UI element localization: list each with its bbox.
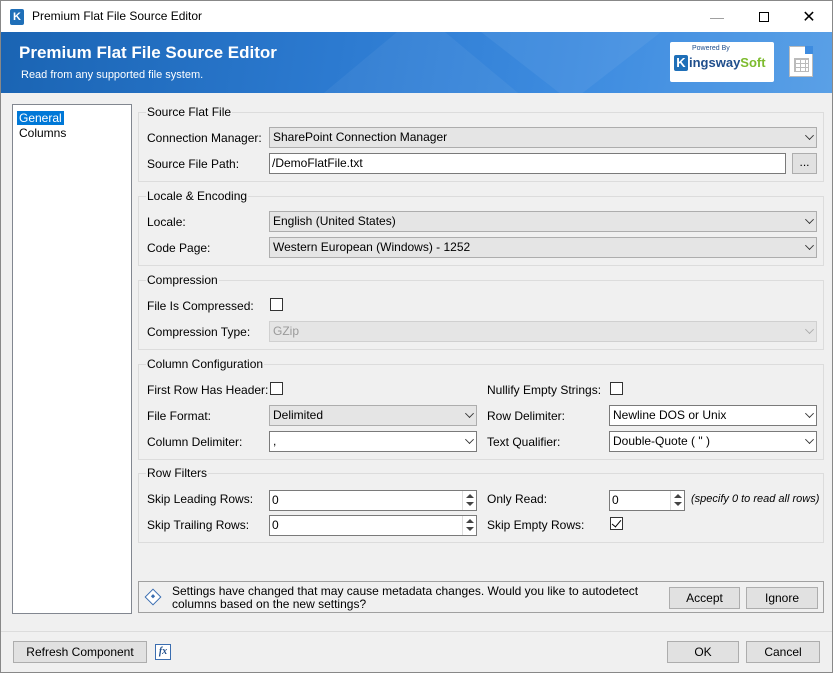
locale-encoding-group: Locale & Encoding Locale: English (Unite…	[138, 189, 824, 266]
chevron-down-icon	[805, 435, 814, 444]
column-delimiter-select[interactable]: ,	[269, 431, 477, 452]
skip-leading-rows-label: Skip Leading Rows:	[147, 492, 254, 506]
nav-item-columns[interactable]: Columns	[17, 126, 68, 140]
compression-type-label: Compression Type:	[147, 325, 251, 339]
spin-down-icon	[674, 502, 682, 506]
chevron-down-icon	[805, 409, 814, 418]
logo-powered-by: Powered By	[692, 45, 730, 52]
metadata-change-notice: Settings have changed that may cause met…	[138, 581, 824, 613]
kingswaysoft-logo: Powered By KingswaySoft	[670, 42, 774, 82]
first-row-header-checkbox[interactable]	[270, 382, 283, 395]
group-title: Source Flat File	[146, 105, 233, 119]
chevron-down-icon	[805, 131, 814, 140]
skip-leading-rows-stepper[interactable]: 0	[269, 490, 477, 511]
spin-down-icon	[466, 527, 474, 531]
notice-text: Settings have changed that may cause met…	[172, 584, 639, 611]
chevron-down-icon	[805, 215, 814, 224]
chevron-down-icon	[805, 325, 814, 334]
nullify-empty-strings-label: Nullify Empty Strings:	[487, 383, 602, 397]
column-configuration-group: Column Configuration First Row Has Heade…	[138, 357, 824, 460]
first-row-header-label: First Row Has Header:	[147, 383, 269, 397]
refresh-component-button[interactable]: Refresh Component	[13, 641, 147, 663]
text-qualifier-label: Text Qualifier:	[487, 435, 561, 449]
spin-down-icon	[466, 502, 474, 506]
group-title: Row Filters	[146, 466, 209, 480]
flat-file-icon	[789, 46, 813, 77]
source-file-path-label: Source File Path:	[147, 157, 240, 171]
spin-up-icon	[466, 494, 474, 498]
window-title: Premium Flat File Source Editor	[32, 9, 203, 23]
footer-divider	[1, 631, 832, 632]
compression-type-select[interactable]: GZip	[269, 321, 817, 342]
header-banner: Premium Flat File Source Editor Read fro…	[1, 32, 832, 93]
nav-item-general[interactable]: General	[17, 111, 64, 125]
checkmark-icon	[611, 517, 622, 528]
connection-manager-label: Connection Manager:	[147, 131, 262, 145]
source-flat-file-group: Source Flat File Connection Manager: Sha…	[138, 105, 824, 182]
text-qualifier-select[interactable]: Double-Quote ( " )	[609, 431, 817, 452]
skip-trailing-rows-label: Skip Trailing Rows:	[147, 518, 250, 532]
only-read-label: Only Read:	[487, 492, 548, 506]
group-title: Column Configuration	[146, 357, 265, 371]
row-delimiter-select[interactable]: Newline DOS or Unix	[609, 405, 817, 426]
maximize-button[interactable]	[741, 1, 787, 32]
app-icon: K	[10, 9, 24, 25]
info-diamond-icon	[144, 588, 162, 606]
close-button[interactable]: ✕	[786, 1, 832, 32]
only-read-stepper[interactable]: 0	[609, 490, 685, 511]
editor-window: K Premium Flat File Source Editor — ✕ Pr…	[0, 0, 833, 673]
nullify-empty-strings-checkbox[interactable]	[610, 382, 623, 395]
chevron-down-icon	[805, 241, 814, 250]
chevron-down-icon	[465, 409, 474, 418]
only-read-hint: (specify 0 to read all rows)	[691, 493, 820, 505]
header-subtitle: Read from any supported file system.	[21, 69, 204, 81]
browse-button[interactable]: ...	[792, 153, 817, 174]
accept-button[interactable]: Accept	[669, 587, 740, 609]
file-format-select[interactable]: Delimited	[269, 405, 477, 426]
connection-manager-select[interactable]: SharePoint Connection Manager	[269, 127, 817, 148]
row-delimiter-label: Row Delimiter:	[487, 409, 566, 423]
skip-trailing-rows-stepper[interactable]: 0	[269, 515, 477, 536]
file-format-label: File Format:	[147, 409, 212, 423]
locale-label: Locale:	[147, 215, 186, 229]
code-page-select[interactable]: Western European (Windows) - 1252	[269, 237, 817, 258]
fx-expression-icon[interactable]: fx	[155, 644, 171, 660]
skip-empty-rows-label: Skip Empty Rows:	[487, 518, 585, 532]
skip-empty-rows-checkbox[interactable]	[610, 517, 623, 530]
file-is-compressed-checkbox[interactable]	[270, 298, 283, 311]
chevron-down-icon	[465, 435, 474, 444]
group-title: Compression	[146, 273, 219, 287]
header-title: Premium Flat File Source Editor	[19, 43, 277, 62]
page-nav-list: General Columns	[12, 104, 132, 614]
source-file-path-input[interactable]: /DemoFlatFile.txt	[269, 153, 786, 174]
locale-select[interactable]: English (United States)	[269, 211, 817, 232]
group-title: Locale & Encoding	[146, 189, 249, 203]
ignore-button[interactable]: Ignore	[746, 587, 818, 609]
spin-up-icon	[674, 494, 682, 498]
spin-up-icon	[466, 519, 474, 523]
logo-name: KingswaySoft	[674, 55, 766, 71]
column-delimiter-label: Column Delimiter:	[147, 435, 243, 449]
ok-button[interactable]: OK	[667, 641, 739, 663]
compression-group: Compression File Is Compressed: Compress…	[138, 273, 824, 350]
minimize-button[interactable]: —	[694, 1, 740, 32]
row-filters-group: Row Filters Skip Leading Rows: 0 Only Re…	[138, 466, 824, 543]
code-page-label: Code Page:	[147, 241, 211, 255]
file-is-compressed-label: File Is Compressed:	[147, 299, 254, 313]
title-bar: K Premium Flat File Source Editor — ✕	[1, 1, 832, 32]
cancel-button[interactable]: Cancel	[746, 641, 820, 663]
maximize-icon	[759, 11, 769, 22]
